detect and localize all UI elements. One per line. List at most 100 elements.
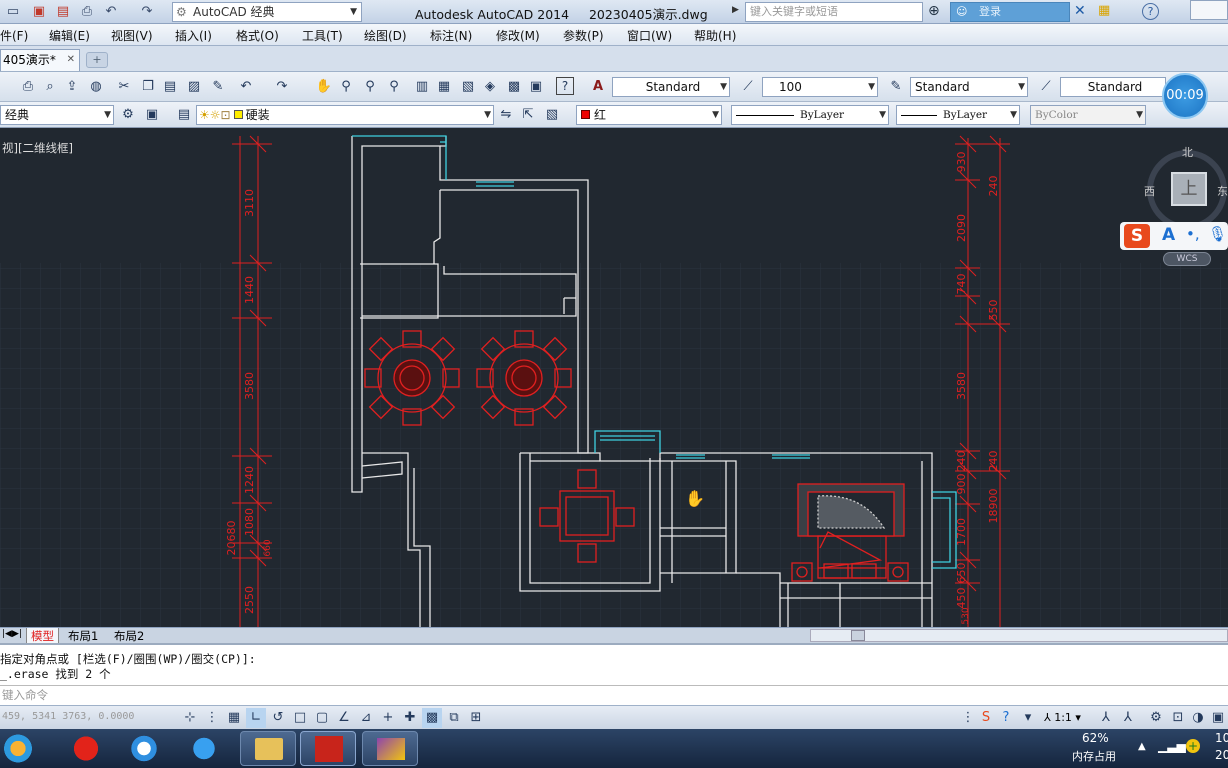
search-input[interactable]: 键入关键字或短语	[745, 2, 923, 22]
apps-icon[interactable]: ▦	[1098, 3, 1110, 18]
viewcube-west[interactable]: 西	[1144, 183, 1155, 199]
network-icon[interactable]: ▁▃▅	[1158, 739, 1186, 753]
multileader-style-select[interactable]: Standard	[1060, 77, 1166, 97]
menu-window[interactable]: 窗口(W)	[627, 27, 672, 44]
layer-properties-icon[interactable]: ▤	[174, 105, 194, 125]
file-explorer-icon[interactable]	[240, 731, 296, 766]
undo-icon[interactable]: ↶	[102, 3, 120, 20]
netease-music-icon[interactable]	[58, 731, 114, 766]
wcs-menu[interactable]: WCS	[1163, 252, 1211, 266]
lineweight-toggle-icon[interactable]: ✚	[400, 708, 420, 728]
markup-icon[interactable]: ▩	[504, 77, 524, 97]
viewcube-east[interactable]: 东	[1217, 183, 1228, 199]
drawing-canvas[interactable]: 3110 1440 3580 1240 1080 20680 660 2550	[0, 128, 1228, 627]
otrack-icon[interactable]: ∠	[334, 708, 354, 728]
3d-dwf-icon[interactable]: ◍	[86, 77, 106, 97]
start-app-icon[interactable]	[0, 731, 36, 766]
layer-previous-icon[interactable]: ⇱	[518, 105, 538, 125]
pan-icon[interactable]: ✋	[314, 77, 334, 97]
snap-mode-icon[interactable]: ⋮	[202, 708, 222, 728]
command-input[interactable]: 键入命令	[0, 685, 1228, 705]
menu-parametric[interactable]: 参数(P)	[563, 27, 604, 44]
text-style-select[interactable]: Standard ▼	[612, 77, 730, 97]
new-tab-button[interactable]: +	[86, 52, 108, 68]
redo-tool-icon[interactable]: ↷	[272, 77, 292, 97]
menu-format[interactable]: 格式(O)	[236, 27, 279, 44]
calculator-icon[interactable]: ▣	[526, 77, 546, 97]
menu-help[interactable]: 帮助(H)	[694, 27, 736, 44]
print-icon[interactable]: ⎙	[18, 77, 38, 97]
annotation-scale[interactable]: ⅄ 1:1 ▾	[1044, 711, 1081, 724]
publish-icon[interactable]: ⇪	[62, 77, 82, 97]
horizontal-scrollbar[interactable]	[810, 629, 1228, 642]
make-current-layer-icon[interactable]: ⇋	[496, 105, 516, 125]
cut-icon[interactable]: ✂	[114, 77, 134, 97]
save-icon[interactable]: ▣	[30, 3, 48, 20]
workspace-select[interactable]: 经典 ▼	[0, 105, 114, 125]
tray-plus-icon[interactable]: +	[1186, 739, 1200, 753]
help-tool-icon[interactable]: ?	[556, 77, 574, 95]
clock-line2[interactable]: 20	[1215, 748, 1228, 762]
linetype-select[interactable]: ByLayer ▼	[731, 105, 889, 125]
menu-file[interactable]: 件(F)	[0, 27, 28, 44]
zoom-realtime-icon[interactable]: ⚲	[336, 77, 356, 97]
ducs-icon[interactable]: ⊿	[356, 708, 376, 728]
search-expand-icon[interactable]: ▶	[732, 5, 739, 15]
lineweight-select[interactable]: ByLayer ▼	[896, 105, 1020, 125]
ortho-mode-icon[interactable]: ∟	[246, 708, 266, 728]
sogou-logo-icon[interactable]: S	[1124, 224, 1150, 248]
clean-screen-icon[interactable]: ▣	[1208, 708, 1228, 728]
undo-tool-icon[interactable]: ↶	[236, 77, 256, 97]
next-tab-icon[interactable]: ▶|	[12, 629, 22, 639]
isolate-objects-icon[interactable]: ◑	[1188, 708, 1208, 728]
menu-dimension[interactable]: 标注(N)	[430, 27, 472, 44]
viewcube-north[interactable]: 北	[1182, 144, 1193, 160]
scroll-thumb[interactable]	[851, 630, 865, 641]
infer-constraints-icon[interactable]: ⊹	[180, 708, 200, 728]
microphone-icon[interactable]: 🎙	[1208, 225, 1227, 243]
clock-line1[interactable]: 10	[1215, 731, 1228, 745]
coordinates-readout[interactable]: 459, 5341 3763, 0.0000	[2, 711, 134, 722]
tool-palettes-icon[interactable]: ▧	[458, 77, 478, 97]
viewport-label[interactable]: 视][二维线框]	[2, 140, 73, 156]
dim-style-select[interactable]: Standard ▼	[910, 77, 1028, 97]
workspace-dropdown[interactable]: ⚙ AutoCAD 经典 ▼	[172, 2, 362, 22]
tab-layout2[interactable]: 布局2	[114, 628, 144, 644]
workspace-settings-icon[interactable]: ⚙	[118, 105, 138, 125]
match-properties-icon[interactable]: ▨	[184, 77, 204, 97]
status-help-icon[interactable]: ?	[996, 708, 1016, 728]
messenger-icon[interactable]	[176, 731, 232, 766]
copy-icon[interactable]: ❐	[138, 77, 158, 97]
prev-tab-icon[interactable]: |◀	[2, 629, 12, 639]
object-snap-icon[interactable]: □	[290, 708, 310, 728]
viewcube-top-face[interactable]: 上	[1171, 172, 1207, 206]
photo-app-icon[interactable]	[362, 731, 418, 766]
transparency-icon[interactable]: ▩	[422, 708, 442, 728]
tray-arrow-icon[interactable]: ▲	[1138, 741, 1146, 752]
multileader-style-icon[interactable]: ⟋	[1036, 77, 1056, 97]
text-style-icon[interactable]: A	[588, 77, 608, 97]
browser-icon[interactable]	[116, 731, 172, 766]
tab-model[interactable]: 模型	[26, 628, 59, 644]
plot-icon[interactable]: ⎙	[78, 3, 96, 20]
toolbar-lock-icon[interactable]: ⊡	[1168, 708, 1188, 728]
dynamic-input-icon[interactable]: +	[378, 708, 398, 728]
polar-tracking-icon[interactable]: ↺	[268, 708, 288, 728]
dim-scale-icon[interactable]: ⟋	[738, 77, 758, 97]
minimize-button[interactable]	[1190, 0, 1228, 20]
color-select[interactable]: 红 ▼	[576, 105, 722, 125]
autocad-taskbar-icon[interactable]	[300, 731, 356, 766]
new-file-icon[interactable]: ▭	[4, 3, 22, 20]
sogou-tray-icon[interactable]: S	[976, 708, 996, 728]
zoom-previous-icon[interactable]: ⚲	[384, 77, 404, 97]
exchange-icon[interactable]: ✕	[1074, 3, 1086, 19]
grid-display-icon[interactable]: ▦	[224, 708, 244, 728]
quick-properties-icon[interactable]: ⧉	[444, 708, 464, 728]
save-as-icon[interactable]: ▤	[54, 3, 72, 20]
block-editor-icon[interactable]: ✎	[208, 77, 228, 97]
redo-icon[interactable]: ↷	[138, 3, 156, 20]
tab-layout1[interactable]: 布局1	[68, 628, 98, 644]
layer-select[interactable]: ☀☼⊡ 硬装 ▼	[196, 105, 494, 125]
menu-view[interactable]: 视图(V)	[111, 27, 153, 44]
3d-osnap-icon[interactable]: ▢	[312, 708, 332, 728]
